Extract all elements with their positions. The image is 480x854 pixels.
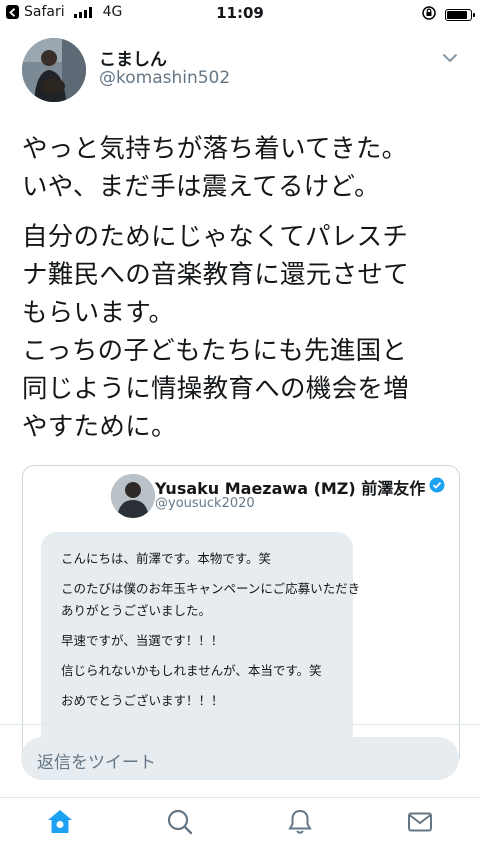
tweet-line: もらいます。 (22, 298, 175, 328)
tweet-line: こっちの子どもたちにも先進国と (22, 336, 408, 366)
message-line: ありがとうございました。 (61, 603, 212, 618)
tab-notifications[interactable] (280, 806, 320, 842)
tweet-line: やすために。 (22, 412, 177, 442)
tweet-line: 自分のためにじゃなくてパレスチ (22, 222, 409, 252)
search-icon (166, 808, 194, 840)
tab-home[interactable] (40, 806, 80, 842)
reply-input[interactable]: 返信をツイート (21, 737, 459, 780)
orientation-lock-icon (421, 5, 437, 25)
quoted-avatar (111, 474, 155, 518)
verified-badge-icon (429, 477, 445, 497)
tab-search[interactable] (160, 806, 200, 842)
clock: 11:09 (216, 4, 264, 22)
reply-placeholder: 返信をツイート (37, 753, 156, 773)
message-line: このたびは僕のお年玉キャンペーンにご応募いただき (61, 581, 361, 596)
tab-messages[interactable] (400, 806, 440, 842)
tweet-line: ナ難民への音楽教育に還元させて (22, 260, 410, 290)
divider (0, 724, 480, 725)
battery-icon (445, 9, 475, 21)
tab-bar (0, 797, 480, 854)
status-bar: Safari 4G 11:09 (0, 0, 480, 26)
display-name[interactable]: こましん (99, 45, 167, 70)
notifications-icon (286, 808, 314, 840)
messages-icon (406, 808, 434, 840)
message-line: おめでとうございます！！！ (61, 693, 224, 708)
tweet-text: やっと気持ちが落ち着いてきた。 いや、まだ手は震えてるけど。 自分のためにじゃな… (22, 130, 462, 446)
quoted-tweet[interactable]: Yusaku Maezawa (MZ) 前澤友作 @yousuck2020 こん… (22, 465, 460, 767)
quoted-handle: @yousuck2020 (155, 496, 255, 511)
tweet-line: いや、まだ手は震えてるけど。 (22, 172, 380, 202)
avatar[interactable] (22, 38, 86, 102)
message-bubble: こんにちは、前澤です。本物です。笑 このたびは僕のお年玉キャンペーンにご応募いた… (41, 532, 360, 766)
message-line: 早速ですが、当選です！！！ (61, 633, 224, 648)
tweet-line: 同じように情操教育への機会を増 (22, 374, 410, 404)
message-line: 信じられないかもしれませんが、本当です。笑 (61, 663, 322, 678)
user-handle[interactable]: @komashin502 (99, 68, 230, 88)
message-line: こんにちは、前澤です。本物です。笑 (61, 551, 272, 566)
home-icon (45, 807, 75, 841)
tweet-line: やっと気持ちが落ち着いてきた。 (22, 134, 408, 164)
chevron-down-icon[interactable] (442, 48, 458, 67)
